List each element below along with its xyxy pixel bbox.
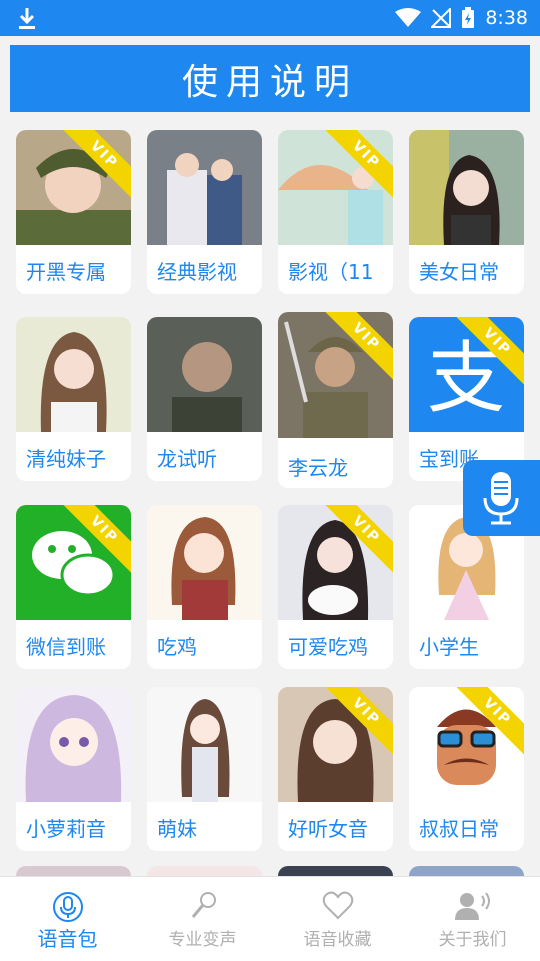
card-thumbnail: VIP xyxy=(278,505,393,620)
voice-pack-card[interactable]: 经典影视 xyxy=(147,130,262,294)
mic-icon xyxy=(483,472,519,525)
voice-pack-card[interactable]: 吃鸡 xyxy=(147,505,262,669)
card-thumbnail: VIP xyxy=(278,312,393,438)
voice-pack-card[interactable]: 萌妹 xyxy=(147,687,262,851)
card-thumbnail: 支 VIP xyxy=(409,317,524,432)
page-title: 使用说明 xyxy=(181,61,358,103)
voice-pack-card[interactable]: 小萝莉音 xyxy=(16,687,131,851)
voice-pack-card-partial[interactable] xyxy=(409,866,524,876)
voice-pack-card[interactable]: VIP 开黑专属 xyxy=(16,130,131,294)
voice-pack-card[interactable]: VIP 可爱吃鸡 xyxy=(278,505,393,669)
card-label: 美女日常 xyxy=(419,260,499,284)
voice-pack-card-partial[interactable] xyxy=(278,866,393,876)
card-thumbnail: VIP xyxy=(16,505,131,620)
card-label: 龙试听 xyxy=(157,447,217,471)
voice-pack-card-partial[interactable] xyxy=(16,866,131,876)
card-thumbnail xyxy=(147,687,262,802)
voice-pack-card[interactable]: 支 VIP 宝到账 xyxy=(409,317,524,481)
wifi-icon xyxy=(395,8,422,27)
card-label: 可爱吃鸡 xyxy=(288,635,368,659)
bottom-tab-bar: 语音包 专业变声 语音收藏 关于我们 xyxy=(0,876,540,961)
heart-icon xyxy=(322,891,353,920)
card-thumbnail xyxy=(147,130,262,245)
download-icon xyxy=(19,8,35,29)
card-label: 影视（11 xyxy=(288,260,374,284)
card-thumbnail: VIP xyxy=(409,687,524,802)
card-thumbnail: VIP xyxy=(16,130,131,245)
tab-about-us[interactable]: 关于我们 xyxy=(405,877,540,961)
floating-mic-button[interactable] xyxy=(463,460,540,536)
card-thumbnail xyxy=(409,130,524,245)
tab-voice-changer[interactable]: 专业变声 xyxy=(135,877,270,961)
card-label: 好听女音 xyxy=(288,817,368,841)
voice-pack-card[interactable]: VIP 微信到账 xyxy=(16,505,131,669)
voice-pack-card[interactable]: VIP 好听女音 xyxy=(278,687,393,851)
tab-label: 语音包 xyxy=(37,927,98,951)
card-label: 清纯妹子 xyxy=(26,447,106,471)
instructions-banner[interactable]: 使用说明 xyxy=(10,45,530,112)
card-label: 小萝莉音 xyxy=(26,817,106,841)
card-thumbnail xyxy=(16,687,131,802)
card-label: 叔叔日常 xyxy=(419,817,499,841)
card-label: 萌妹 xyxy=(157,817,197,841)
card-thumbnail: VIP xyxy=(278,130,393,245)
microphone-icon xyxy=(191,892,216,918)
card-label: 微信到账 xyxy=(26,635,106,659)
voice-pack-card[interactable]: 美女日常 xyxy=(409,130,524,294)
tab-label: 语音收藏 xyxy=(303,930,372,950)
voice-pack-card[interactable]: VIP 李云龙 xyxy=(278,312,393,488)
card-label: 开黑专属 xyxy=(26,260,106,284)
user-speaking-icon xyxy=(454,892,490,920)
voice-pack-card-partial[interactable] xyxy=(147,866,262,876)
tab-voice-pack[interactable]: 语音包 xyxy=(0,877,135,961)
tab-label: 关于我们 xyxy=(438,930,507,950)
tab-label: 专业变声 xyxy=(168,930,237,950)
card-thumbnail xyxy=(16,317,131,432)
card-label: 小学生 xyxy=(419,635,479,659)
card-thumbnail xyxy=(147,317,262,432)
mic-icon xyxy=(52,892,83,922)
voice-pack-card[interactable]: 清纯妹子 xyxy=(16,317,131,481)
voice-pack-card[interactable]: VIP 叔叔日常 xyxy=(409,687,524,851)
no-signal-icon xyxy=(431,8,452,28)
card-label: 吃鸡 xyxy=(157,635,197,659)
voice-pack-card[interactable]: 龙试听 xyxy=(147,317,262,481)
battery-charging-icon xyxy=(462,7,475,28)
status-time: 8:38 xyxy=(485,7,528,29)
card-label: 经典影视 xyxy=(157,260,237,284)
status-bar: 8:38 xyxy=(0,0,540,36)
card-thumbnail: VIP xyxy=(278,687,393,802)
tab-voice-favorites[interactable]: 语音收藏 xyxy=(270,877,405,961)
card-thumbnail xyxy=(147,505,262,620)
voice-pack-card[interactable]: VIP 影视（11 xyxy=(278,130,393,294)
card-label: 李云龙 xyxy=(288,456,348,480)
